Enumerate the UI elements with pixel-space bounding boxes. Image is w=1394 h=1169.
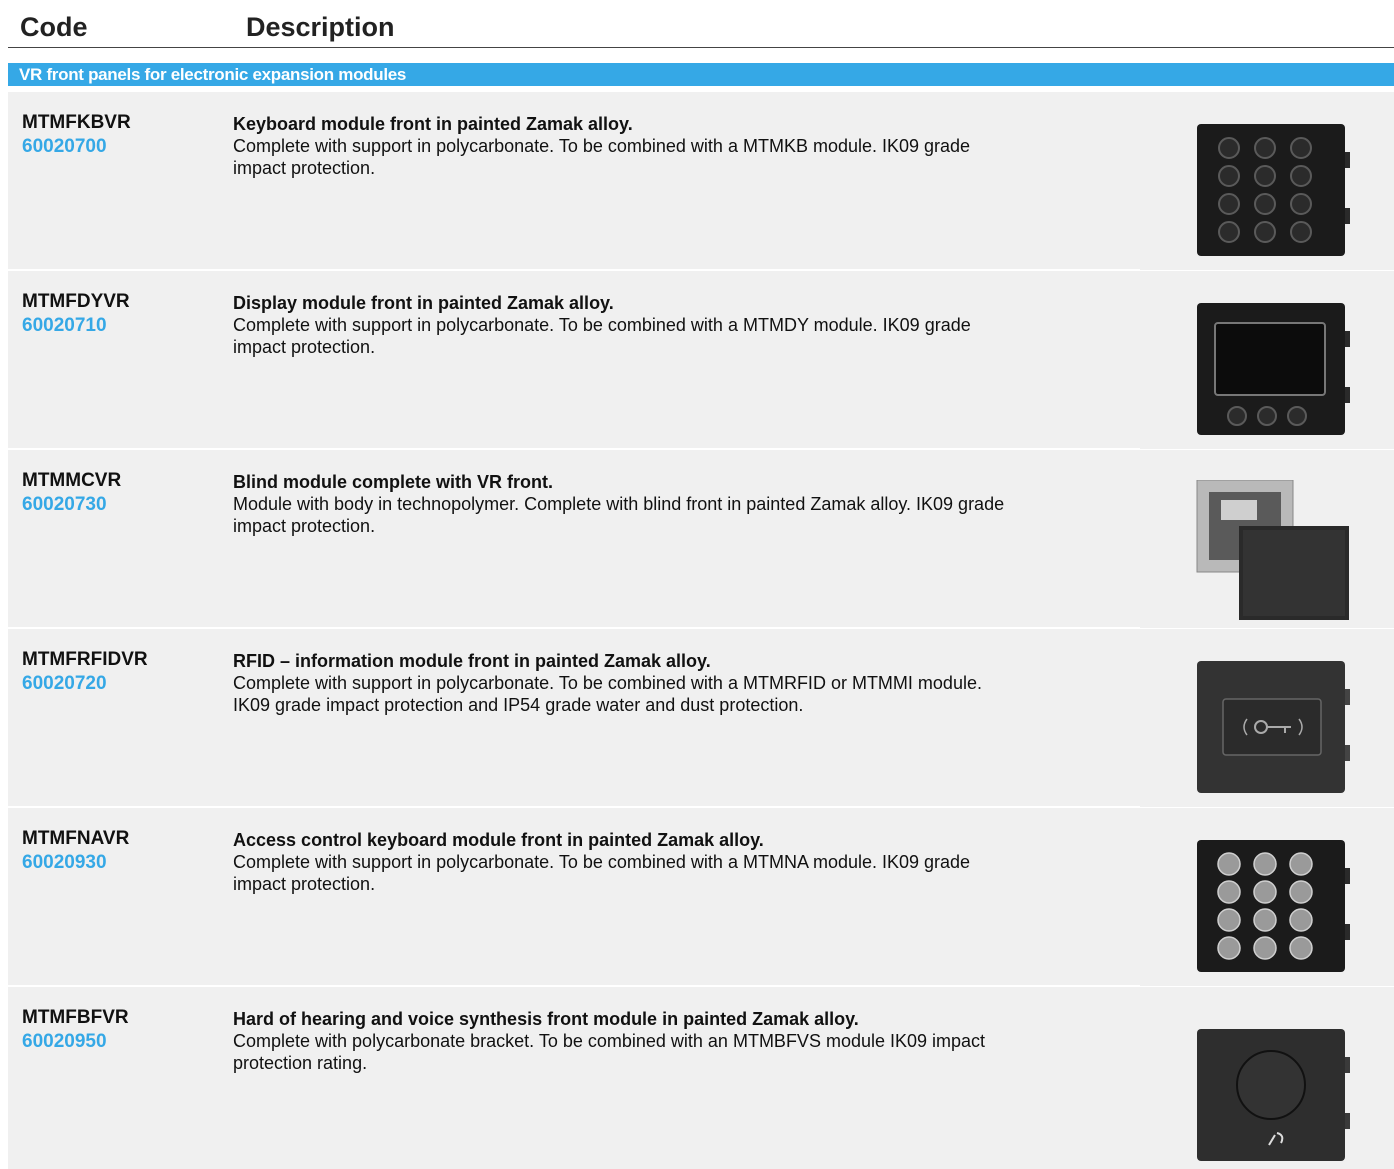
- header-rule: [8, 47, 1394, 48]
- product-body: Module with body in technopolymer. Compl…: [233, 494, 1005, 536]
- product-row: MTMFKBVR 60020700 Keyboard module front …: [8, 92, 1394, 270]
- product-code: MTMFBFVR: [22, 1007, 129, 1028]
- product-title: Display module front in painted Zamak al…: [233, 293, 614, 313]
- keypad-front-icon: [1195, 122, 1351, 258]
- product-title: Keyboard module front in painted Zamak a…: [233, 114, 633, 134]
- product-code: MTMFNAVR: [22, 828, 130, 849]
- product-row: MTMFNAVR 60020930 Access control keyboar…: [8, 808, 1394, 986]
- display-front-icon: [1195, 301, 1351, 437]
- product-body: Complete with support in polycarbonate. …: [233, 852, 971, 894]
- rfid-front-icon: [1195, 659, 1351, 795]
- product-body: Complete with support in polycarbonate. …: [233, 315, 971, 357]
- product-row: MTMMCVR 60020730 Blind module complete w…: [8, 450, 1394, 628]
- product-code: MTMFKBVR: [22, 112, 131, 133]
- product-number: 60020930: [22, 852, 107, 873]
- section-title: VR front panels for electronic expansion…: [8, 63, 1394, 86]
- code-column-header: Code: [20, 12, 88, 42]
- product-number: 60020700: [22, 136, 107, 157]
- product-title: RFID – information module front in paint…: [233, 651, 711, 671]
- product-number: 60020720: [22, 673, 107, 694]
- product-code: MTMFDYVR: [22, 291, 130, 312]
- description-column-header: Description: [246, 12, 395, 42]
- product-body: Complete with polycarbonate bracket. To …: [233, 1031, 986, 1073]
- product-description: Access control keyboard module front in …: [233, 829, 1013, 895]
- product-description: Hard of hearing and voice synthesis fron…: [233, 1008, 1013, 1074]
- access-keypad-icon: [1195, 838, 1351, 974]
- product-row: MTMFDYVR 60020710 Display module front i…: [8, 271, 1394, 449]
- product-number: 60020730: [22, 494, 107, 515]
- blind-module-icon: [1195, 480, 1351, 620]
- product-description: Display module front in painted Zamak al…: [233, 292, 1013, 358]
- product-title: Hard of hearing and voice synthesis fron…: [233, 1009, 859, 1029]
- product-title: Access control keyboard module front in …: [233, 830, 764, 850]
- product-body: Complete with support in polycarbonate. …: [233, 136, 971, 178]
- product-description: Keyboard module front in painted Zamak a…: [233, 113, 1013, 179]
- product-row: MTMFBFVR 60020950 Hard of hearing and vo…: [8, 987, 1394, 1169]
- product-number: 60020950: [22, 1031, 107, 1052]
- product-code: MTMFRFIDVR: [22, 649, 148, 670]
- product-description: RFID – information module front in paint…: [233, 650, 1013, 716]
- product-description: Blind module complete with VR front. Mod…: [233, 471, 1013, 537]
- product-title: Blind module complete with VR front.: [233, 472, 554, 492]
- product-body: Complete with support in polycarbonate. …: [233, 673, 982, 715]
- product-code: MTMMCVR: [22, 470, 122, 491]
- product-row: MTMFRFIDVR 60020720 RFID – information m…: [8, 629, 1394, 807]
- hearing-front-icon: [1195, 1027, 1351, 1163]
- product-number: 60020710: [22, 315, 107, 336]
